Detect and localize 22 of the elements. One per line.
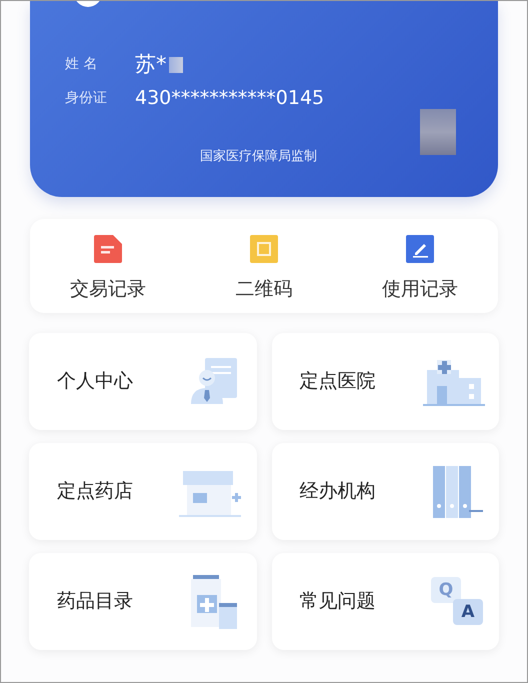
service-tile[interactable]: 定点医院 xyxy=(272,333,499,430)
id-number: 430***********0145 xyxy=(135,86,324,111)
tile-label: 常见问题 xyxy=(300,589,376,614)
field-label: 身份证 xyxy=(65,88,108,108)
tile-label: 个人中心 xyxy=(57,369,133,394)
tile-label: 定点医院 xyxy=(300,369,376,394)
field-label: 姓 名 xyxy=(65,55,98,74)
tile-label: 定点药店 xyxy=(57,479,133,504)
service-tile[interactable]: 定点药店 xyxy=(29,443,256,540)
redaction-mark xyxy=(168,56,182,73)
tile-label: 经办机构 xyxy=(300,479,376,504)
issuer-text: 国家医疗保障局监制 xyxy=(200,148,317,166)
quick-action-button[interactable]: 交易记录 xyxy=(30,219,186,313)
name-value: 苏* xyxy=(135,51,166,78)
service-tile[interactable]: 常见问题 Q A xyxy=(272,553,499,650)
service-tile[interactable]: 药品目录 xyxy=(29,553,256,650)
service-tile[interactable]: 经办机构 xyxy=(272,443,499,540)
service-tile[interactable]: 个人中心 xyxy=(29,333,256,430)
redaction-mark xyxy=(420,109,456,155)
tile-label: 药品目录 xyxy=(57,589,133,614)
quick-action-button[interactable]: 使用记录 xyxy=(342,219,498,313)
quick-action-button[interactable]: 二维码 xyxy=(186,219,342,313)
